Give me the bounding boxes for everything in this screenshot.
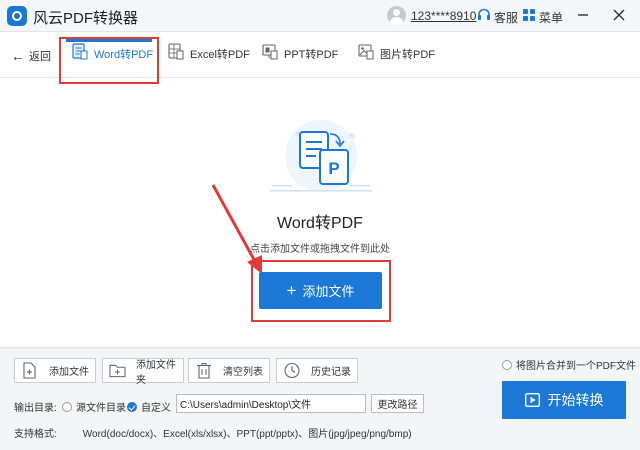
excel-doc-icon xyxy=(168,43,184,60)
custom-dir-radio[interactable] xyxy=(127,402,137,412)
highlight-box-tab xyxy=(59,37,159,84)
history-label: 历史记录 xyxy=(311,367,351,378)
play-icon xyxy=(524,393,540,407)
source-dir-radio[interactable] xyxy=(62,402,72,412)
start-convert-button[interactable]: 开始转换 xyxy=(502,381,626,419)
ppt-doc-icon xyxy=(262,44,278,60)
trash-icon xyxy=(197,363,211,379)
word-to-pdf-illustration: P xyxy=(270,120,372,192)
headset-icon[interactable] xyxy=(477,8,491,22)
tab-label: 图片转PDF xyxy=(380,49,435,61)
clear-list-label: 清空列表 xyxy=(223,367,263,378)
source-dir-option[interactable]: 源文件目录 xyxy=(62,399,126,414)
start-convert-label: 开始转换 xyxy=(547,392,604,408)
history-button[interactable]: 历史记录 xyxy=(276,358,358,383)
tab-label: Excel转PDF xyxy=(190,49,250,61)
clock-icon xyxy=(284,362,300,379)
add-file-tool-button[interactable]: 添加文件 xyxy=(14,358,96,383)
add-folder-label: 添加文件夹 xyxy=(135,359,176,386)
highlight-box-button xyxy=(251,260,391,322)
avatar[interactable] xyxy=(387,6,406,25)
output-dir-label: 输出目录: xyxy=(14,403,57,414)
add-folder-button[interactable]: 添加文件夹 xyxy=(102,358,184,386)
drop-hint: 点击添加文件或拖拽文件到此处 xyxy=(250,244,390,255)
clear-list-button[interactable]: 清空列表 xyxy=(188,358,270,383)
user-account-link[interactable]: 123****8910 xyxy=(411,9,476,23)
title-bar: 风云PDF转换器 123****8910 客服 菜单 xyxy=(0,0,640,32)
add-file-tool-label: 添加文件 xyxy=(49,367,89,378)
svg-text:P: P xyxy=(328,159,339,178)
merge-radio[interactable] xyxy=(502,360,512,370)
page-title: Word转PDF xyxy=(277,215,363,232)
app-logo-icon xyxy=(7,6,27,26)
folder-icon xyxy=(109,364,126,378)
close-icon[interactable] xyxy=(612,8,626,22)
output-path-input[interactable] xyxy=(176,394,366,413)
menu-icon[interactable] xyxy=(522,8,536,22)
back-button[interactable]: ← 返回 xyxy=(11,48,51,64)
add-file-icon xyxy=(23,362,36,379)
menu-button[interactable]: 菜单 xyxy=(539,9,563,26)
app-title: 风云PDF转换器 xyxy=(33,10,139,27)
merge-images-option[interactable]: 将图片合并到一个PDF文件 xyxy=(502,357,636,372)
supported-formats: 支持格式: Word(doc/docx)、Excel(xls/xlsx)、PPT(… xyxy=(14,425,412,440)
image-icon xyxy=(358,44,374,60)
tab-label: PPT转PDF xyxy=(284,49,339,61)
source-dir-label: 源文件目录 xyxy=(76,403,126,414)
formats-label: 支持格式: xyxy=(14,429,57,440)
back-arrow-icon: ← xyxy=(11,48,25,64)
custom-dir-option[interactable]: 自定义 xyxy=(127,399,171,414)
formats-value: Word(doc/docx)、Excel(xls/xlsx)、PPT(ppt/p… xyxy=(82,429,412,440)
custom-dir-label: 自定义 xyxy=(141,403,171,414)
back-label: 返回 xyxy=(29,51,51,63)
change-path-button[interactable]: 更改路径 xyxy=(371,394,424,413)
minimize-icon[interactable] xyxy=(576,8,590,22)
service-button[interactable]: 客服 xyxy=(494,9,518,26)
merge-label: 将图片合并到一个PDF文件 xyxy=(516,361,636,372)
